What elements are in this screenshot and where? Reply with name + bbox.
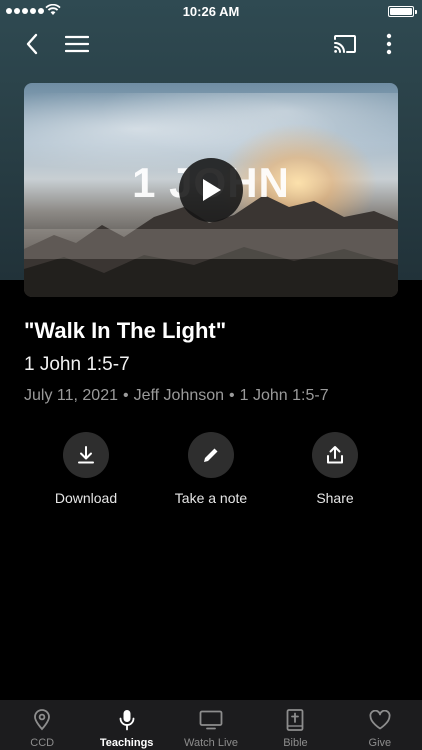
tab-bible-label: Bible <box>283 737 308 749</box>
location-pin-icon <box>34 709 51 731</box>
tab-teachings[interactable]: Teachings <box>84 700 168 750</box>
cast-icon <box>334 35 356 53</box>
play-icon <box>203 179 221 201</box>
menu-button[interactable] <box>62 30 92 58</box>
cast-button[interactable] <box>330 30 360 58</box>
tab-ccd[interactable]: CCD <box>0 700 84 750</box>
status-time: 10:26 AM <box>182 4 240 19</box>
tab-bible[interactable]: Bible <box>253 700 337 750</box>
status-bar: 10:26 AM <box>0 0 422 22</box>
sermon-passage: 1 John 1:5-7 <box>239 387 329 404</box>
more-vertical-icon <box>386 33 392 55</box>
meta-separator: • <box>123 387 129 404</box>
share-button-circle[interactable] <box>312 432 358 478</box>
meta-separator: • <box>229 387 235 404</box>
tv-icon <box>199 710 223 730</box>
sermon-meta: July 11, 2021 • Jeff Johnson • 1 John 1:5-7 <box>24 387 329 405</box>
download-button-circle[interactable] <box>63 432 109 478</box>
share-icon <box>327 446 343 464</box>
tab-give-label: Give <box>368 737 392 749</box>
take-note-label: Take a note <box>174 490 248 506</box>
back-button[interactable] <box>18 28 46 60</box>
download-icon <box>78 446 94 464</box>
take-note-button-circle[interactable] <box>188 432 234 478</box>
chevron-left-icon <box>26 33 38 55</box>
sermon-title: "Walk In The Light" <box>24 318 227 343</box>
take-note-button[interactable]: Take a note <box>151 432 271 506</box>
sermon-scripture: 1 John 1:5-7 <box>24 354 130 375</box>
heart-icon <box>369 710 391 730</box>
more-options-button[interactable] <box>378 28 400 60</box>
share-label: Share <box>316 490 354 506</box>
microphone-icon <box>119 710 135 731</box>
share-button[interactable]: Share <box>275 432 395 506</box>
tab-teachings-label: Teachings <box>99 737 154 749</box>
download-button[interactable]: Download <box>26 432 146 506</box>
hamburger-menu-icon <box>65 35 89 53</box>
tab-watch-live-label: Watch Live <box>184 737 239 749</box>
battery-icon <box>388 6 417 17</box>
sermon-speaker: Jeff Johnson <box>133 387 225 404</box>
download-label: Download <box>54 490 118 506</box>
pencil-icon <box>204 448 218 462</box>
play-button[interactable] <box>179 158 243 222</box>
tab-ccd-label: CCD <box>30 737 55 749</box>
bible-icon <box>287 709 304 731</box>
tab-bar: CCD Teachings Watch Live Bible Give <box>0 700 422 750</box>
sermon-date: July 11, 2021 <box>24 387 118 404</box>
video-thumbnail[interactable]: 1 JOHN <box>24 83 398 297</box>
tab-watch-live[interactable]: Watch Live <box>169 700 253 750</box>
tab-give[interactable]: Give <box>338 700 422 750</box>
